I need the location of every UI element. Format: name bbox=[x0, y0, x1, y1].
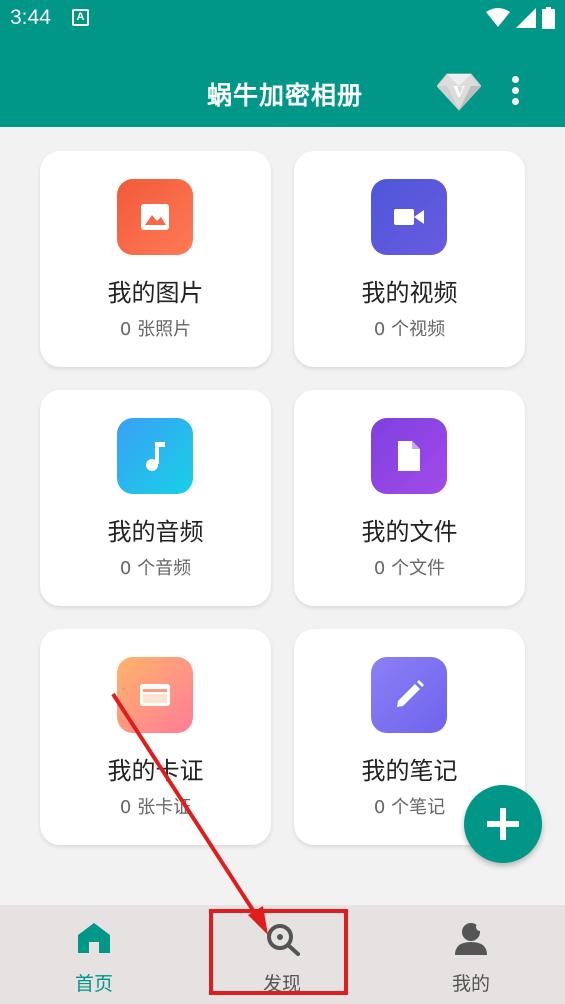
videos-tile bbox=[371, 179, 447, 255]
nav-home[interactable]: 首页 bbox=[0, 905, 188, 1004]
vip-diamond-icon[interactable]: V bbox=[437, 72, 481, 112]
more-vert-icon[interactable] bbox=[506, 76, 524, 110]
vip-badge-letter: V bbox=[452, 83, 465, 101]
card-subtitle: 0 张卡证 bbox=[119, 797, 192, 818]
card-subtitle: 0 个文件 bbox=[373, 558, 446, 579]
card-title: 我的笔记 bbox=[361, 757, 458, 785]
card-pictures[interactable]: 我的图片 0 张照片 bbox=[40, 151, 271, 367]
card-cards[interactable]: 我的卡证 0 张卡证 bbox=[40, 629, 271, 845]
card-title: 我的文件 bbox=[361, 518, 458, 546]
status-time: 3:44 bbox=[10, 6, 51, 29]
card-subtitle: 0 个音频 bbox=[119, 558, 192, 579]
wifi-icon bbox=[486, 8, 510, 27]
card-icon bbox=[140, 684, 170, 706]
pictures-tile bbox=[117, 179, 193, 255]
card-title: 我的视频 bbox=[361, 279, 458, 307]
card-subtitle: 0 张照片 bbox=[119, 319, 192, 340]
app-title: 蜗牛加密相册 bbox=[207, 81, 364, 110]
status-icons bbox=[486, 7, 555, 29]
audio-tile bbox=[117, 418, 193, 494]
card-videos[interactable]: 我的视频 0 个视频 bbox=[294, 151, 525, 367]
battery-icon bbox=[542, 7, 555, 29]
card-title: 我的卡证 bbox=[107, 757, 204, 785]
pencil-icon bbox=[397, 680, 424, 707]
plus-icon bbox=[487, 808, 519, 840]
status-bar: 3:44 A bbox=[0, 0, 565, 38]
notes-tile bbox=[371, 657, 447, 733]
files-tile bbox=[371, 418, 447, 494]
image-icon bbox=[141, 204, 169, 230]
card-files[interactable]: 我的文件 0 个文件 bbox=[294, 390, 525, 606]
app-bar: 蜗牛加密相册 V bbox=[0, 38, 565, 127]
video-icon bbox=[394, 209, 424, 225]
card-subtitle: 0 个视频 bbox=[373, 319, 446, 340]
home-icon bbox=[78, 923, 110, 953]
file-icon bbox=[398, 441, 420, 471]
card-title: 我的音频 bbox=[107, 518, 204, 546]
add-button[interactable] bbox=[464, 785, 542, 863]
nav-label: 我的 bbox=[451, 973, 490, 995]
card-audio[interactable]: 我的音频 0 个音频 bbox=[40, 390, 271, 606]
notification-icon: A bbox=[72, 9, 89, 26]
music-note-icon bbox=[146, 442, 165, 471]
nav-label: 首页 bbox=[74, 973, 113, 995]
card-title: 我的图片 bbox=[107, 279, 204, 307]
person-icon bbox=[455, 923, 487, 955]
annotation-highlight-box bbox=[209, 909, 348, 995]
nav-mine[interactable]: 我的 bbox=[377, 905, 565, 1004]
signal-icon bbox=[516, 8, 536, 28]
cards-tile bbox=[117, 657, 193, 733]
